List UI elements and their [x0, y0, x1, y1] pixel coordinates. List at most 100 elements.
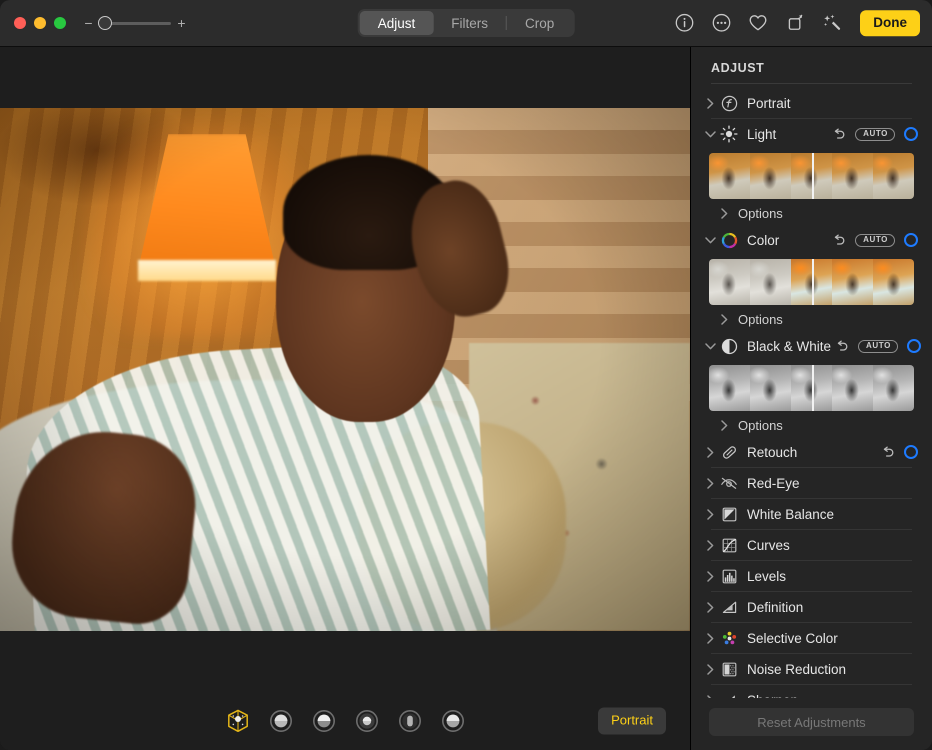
stage-light-icon[interactable] [354, 708, 380, 734]
strip-thumb[interactable] [750, 365, 791, 411]
sidebar-item-label: Selective Color [747, 631, 838, 646]
strip-thumb[interactable] [873, 259, 914, 305]
studio-light-icon[interactable] [268, 708, 294, 734]
strip-thumb[interactable] [873, 153, 914, 199]
revert-icon[interactable] [832, 127, 846, 141]
edited-photo[interactable] [0, 108, 690, 631]
high-key-light-mono-icon[interactable] [440, 708, 466, 734]
enable-toggle[interactable] [904, 445, 918, 459]
auto-enhance-icon[interactable] [821, 12, 843, 34]
sidebar-item-label: Definition [747, 600, 803, 615]
color-preview-strip[interactable] [709, 259, 914, 305]
rotate-icon[interactable] [784, 12, 806, 34]
strip-thumb[interactable] [832, 259, 873, 305]
strip-thumb[interactable] [750, 153, 791, 199]
sidebar-item-label: Light [747, 127, 776, 142]
stage-light-mono-icon[interactable] [397, 708, 423, 734]
black-and-white-options-row[interactable]: Options [691, 413, 932, 437]
black-and-white-preview-strip[interactable] [709, 365, 914, 411]
lighting-effects-list [225, 708, 466, 734]
auto-button[interactable]: AUTO [855, 234, 895, 247]
reset-section: Reset Adjustments [691, 698, 932, 750]
more-options-icon[interactable] [710, 12, 732, 34]
chevron-right-icon[interactable] [703, 540, 717, 551]
minimize-button[interactable] [34, 17, 46, 29]
chevron-right-icon[interactable] [717, 208, 731, 219]
sidebar-item-color[interactable]: Color AUTO [691, 225, 932, 255]
done-button[interactable]: Done [860, 10, 920, 36]
enable-toggle[interactable] [904, 233, 918, 247]
edit-mode-segmented-control[interactable]: Adjust Filters Crop [358, 9, 575, 37]
portrait-mode-button[interactable]: Portrait [598, 708, 666, 735]
sidebar-item-red-eye[interactable]: Red-Eye [691, 468, 932, 498]
sidebar-item-sharpen[interactable]: Sharpen [691, 685, 932, 698]
enable-toggle[interactable] [904, 127, 918, 141]
chevron-down-icon[interactable] [703, 237, 717, 244]
revert-icon[interactable] [881, 445, 895, 459]
sidebar-item-label: Curves [747, 538, 790, 553]
close-button[interactable] [14, 17, 26, 29]
strip-thumb[interactable] [832, 153, 873, 199]
reset-adjustments-button[interactable]: Reset Adjustments [709, 708, 914, 736]
chevron-right-icon[interactable] [703, 509, 717, 520]
photo-viewport[interactable] [0, 47, 690, 692]
enable-toggle[interactable] [907, 339, 921, 353]
sidebar-item-curves[interactable]: Curves [691, 530, 932, 560]
photos-edit-window: − + Adjust Filters Crop [0, 0, 932, 750]
sidebar-item-white-balance[interactable]: White Balance [691, 499, 932, 529]
chevron-down-icon[interactable] [703, 343, 717, 350]
strip-thumb[interactable] [709, 153, 750, 199]
window-body: Portrait ADJUST [0, 47, 932, 750]
tab-adjust[interactable]: Adjust [360, 11, 434, 35]
chevron-right-icon[interactable] [703, 478, 717, 489]
chevron-right-icon[interactable] [703, 447, 717, 458]
strip-thumb[interactable] [750, 259, 791, 305]
options-label: Options [738, 206, 783, 221]
favorite-heart-icon[interactable] [747, 12, 769, 34]
traffic-lights [14, 17, 66, 29]
tab-filters[interactable]: Filters [433, 11, 506, 35]
zoom-in-label[interactable]: + [177, 16, 186, 30]
auto-button[interactable]: AUTO [858, 340, 898, 353]
chevron-right-icon[interactable] [717, 420, 731, 431]
sidebar-item-levels[interactable]: Levels [691, 561, 932, 591]
strip-thumb[interactable] [832, 365, 873, 411]
strip-current-indicator[interactable] [812, 365, 814, 411]
sidebar-item-label: Red-Eye [747, 476, 800, 491]
chevron-down-icon[interactable] [703, 131, 717, 138]
zoom-slider-track[interactable] [99, 22, 171, 25]
zoom-slider-control[interactable]: − + [84, 16, 186, 30]
sidebar-item-noise-reduction[interactable]: Noise Reduction [691, 654, 932, 684]
sidebar-item-light[interactable]: Light AUTO [691, 119, 932, 149]
chevron-right-icon[interactable] [703, 602, 717, 613]
contour-light-icon[interactable] [311, 708, 337, 734]
sidebar-item-portrait[interactable]: Portrait [691, 88, 932, 118]
maximize-button[interactable] [54, 17, 66, 29]
color-options-row[interactable]: Options [691, 307, 932, 331]
sidebar-item-retouch[interactable]: Retouch [691, 437, 932, 467]
strip-current-indicator[interactable] [812, 259, 814, 305]
light-options-row[interactable]: Options [691, 201, 932, 225]
sidebar-item-definition[interactable]: Definition [691, 592, 932, 622]
zoom-slider-knob[interactable] [98, 16, 112, 30]
chevron-right-icon[interactable] [717, 314, 731, 325]
sidebar-item-black-and-white[interactable]: Black & White AUTO [691, 331, 932, 361]
revert-icon[interactable] [835, 339, 849, 353]
info-icon[interactable] [673, 12, 695, 34]
zoom-out-label[interactable]: − [84, 16, 93, 30]
strip-current-indicator[interactable] [812, 153, 814, 199]
chevron-right-icon[interactable] [703, 98, 717, 109]
sidebar-item-selective-color[interactable]: Selective Color [691, 623, 932, 653]
auto-button[interactable]: AUTO [855, 128, 895, 141]
chevron-right-icon[interactable] [703, 664, 717, 675]
natural-light-cube-icon[interactable] [225, 708, 251, 734]
strip-thumb[interactable] [873, 365, 914, 411]
chevron-right-icon[interactable] [703, 571, 717, 582]
strip-thumb[interactable] [709, 365, 750, 411]
light-preview-strip[interactable] [709, 153, 914, 199]
portrait-lighting-bar: Portrait [0, 692, 690, 750]
tab-crop[interactable]: Crop [507, 11, 572, 35]
revert-icon[interactable] [832, 233, 846, 247]
strip-thumb[interactable] [709, 259, 750, 305]
chevron-right-icon[interactable] [703, 633, 717, 644]
